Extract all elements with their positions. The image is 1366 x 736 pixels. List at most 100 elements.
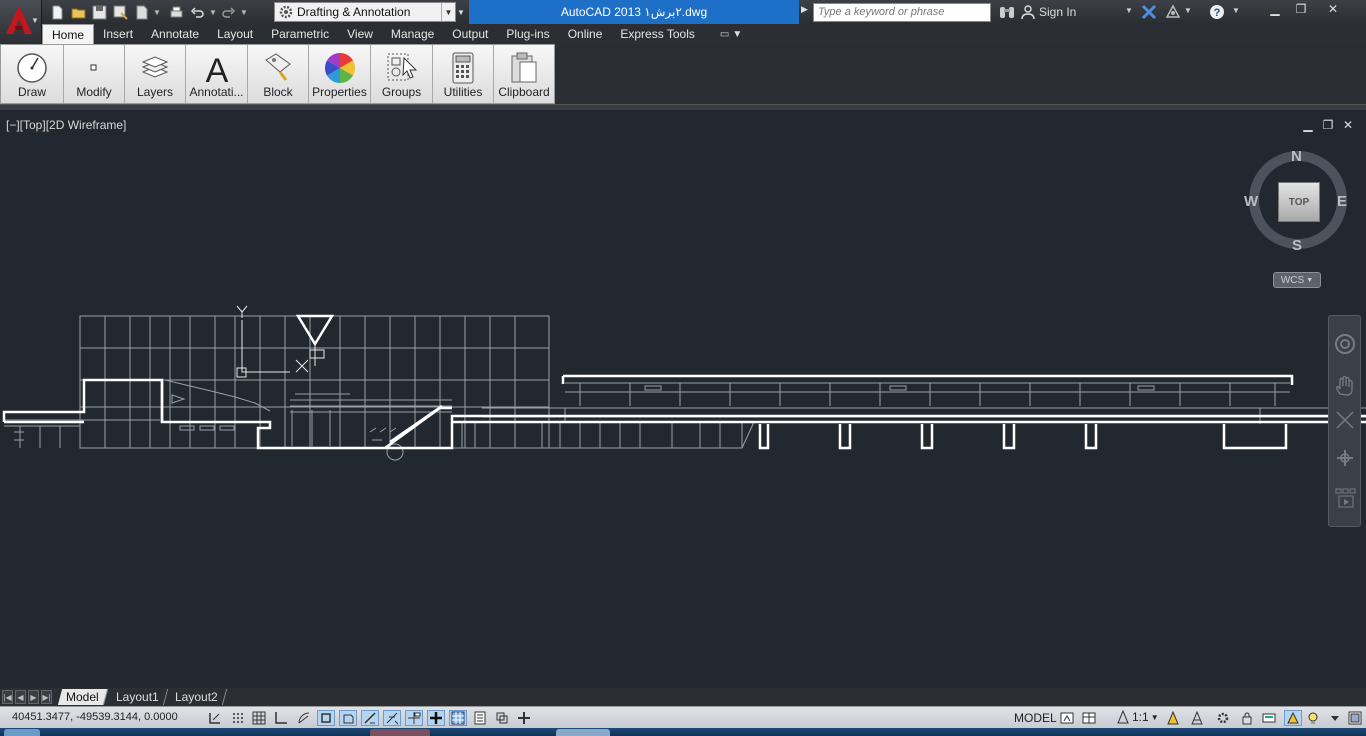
isolate-objects-icon[interactable]: [1284, 710, 1302, 726]
close-window-icon[interactable]: ✕: [1320, 1, 1346, 17]
zoom-extents-icon[interactable]: [1333, 408, 1357, 432]
viewport-restore-icon[interactable]: ❐: [1320, 118, 1336, 132]
3d-object-snap-icon[interactable]: [339, 710, 357, 726]
chevron-down-icon[interactable]: ▼: [1125, 6, 1133, 15]
clean-screen-icon[interactable]: [1346, 710, 1364, 726]
steering-wheel-icon[interactable]: [1333, 332, 1357, 356]
annotation-visibility-icon[interactable]: [1164, 710, 1182, 726]
sign-in-button[interactable]: Sign In: [1021, 3, 1076, 21]
panel-modify[interactable]: Modify: [64, 45, 125, 103]
grid-display-icon[interactable]: [250, 710, 268, 726]
next-layout-icon[interactable]: ▶: [28, 690, 39, 704]
showmotion-icon[interactable]: [1333, 486, 1357, 510]
workspace-switching-icon[interactable]: [1214, 710, 1232, 726]
status-menu-icon[interactable]: [1326, 710, 1344, 726]
viewport-controls-label[interactable]: [−][Top][2D Wireframe]: [6, 118, 126, 132]
undo-icon[interactable]: [188, 3, 207, 21]
hardware-acceleration-icon[interactable]: [1260, 710, 1278, 726]
save-as-icon[interactable]: [111, 3, 130, 21]
taskbar-item[interactable]: [556, 729, 610, 736]
last-layout-icon[interactable]: ▶|: [41, 690, 52, 704]
minimize-window-icon[interactable]: ▁: [1262, 1, 1288, 17]
auto-scale-icon[interactable]: [1188, 710, 1206, 726]
dynamic-input-icon[interactable]: [405, 710, 423, 726]
exchange-apps-icon[interactable]: [1140, 3, 1158, 21]
start-button[interactable]: [4, 729, 40, 736]
compass-north[interactable]: N: [1291, 148, 1302, 165]
selection-cycling-icon[interactable]: [493, 710, 511, 726]
tab-insert[interactable]: Insert: [94, 24, 142, 44]
panel-annotation[interactable]: A Annotati...: [186, 45, 248, 103]
customize-toolbar-icon[interactable]: ▼: [455, 2, 467, 22]
dynamic-ucs-icon[interactable]: [383, 710, 401, 726]
object-snap-icon[interactable]: [317, 710, 335, 726]
polar-tracking-icon[interactable]: [295, 710, 313, 726]
tab-online[interactable]: Online: [559, 24, 612, 44]
tab-layout1[interactable]: Layout1: [107, 689, 168, 705]
tab-home[interactable]: Home: [42, 24, 95, 44]
restore-window-icon[interactable]: ❐: [1288, 1, 1314, 17]
coordinate-readout[interactable]: 40451.3477, -49539.3144, 0.0000: [12, 711, 178, 723]
plot-icon[interactable]: [132, 3, 151, 21]
panel-utilities[interactable]: Utilities: [433, 45, 494, 103]
annotation-scale-select[interactable]: 1:1 ▼: [1116, 710, 1159, 724]
previous-layout-icon[interactable]: ◀: [15, 690, 26, 704]
search-input[interactable]: Type a keyword or phrase: [813, 3, 991, 22]
tab-model[interactable]: Model: [57, 689, 108, 705]
tab-parametric[interactable]: Parametric: [262, 24, 338, 44]
tab-layout2[interactable]: Layout2: [167, 689, 228, 705]
first-layout-icon[interactable]: |◀: [2, 690, 13, 704]
chevron-right-icon[interactable]: ▶: [801, 4, 808, 15]
lightbulb-icon[interactable]: [1304, 710, 1322, 726]
panel-properties[interactable]: Properties: [309, 45, 371, 103]
lineweight-icon[interactable]: [427, 710, 445, 726]
application-menu-button[interactable]: ▼: [0, 0, 42, 44]
tab-annotate[interactable]: Annotate: [142, 24, 208, 44]
help-icon[interactable]: ?: [1208, 3, 1226, 21]
chevron-down-icon[interactable]: ▼: [209, 8, 217, 17]
panel-draw[interactable]: Draw: [1, 45, 64, 103]
transparency-icon[interactable]: [449, 710, 467, 726]
tab-layout[interactable]: Layout: [208, 24, 262, 44]
pan-hand-icon[interactable]: [1333, 374, 1357, 398]
viewport-close-icon[interactable]: ✕: [1340, 118, 1356, 132]
lock-icon[interactable]: [1238, 710, 1256, 726]
binoculars-icon[interactable]: [998, 4, 1016, 20]
chevron-down-icon[interactable]: ▼: [1184, 6, 1192, 15]
chevron-down-icon[interactable]: ▼: [153, 8, 161, 17]
snap-mode-icon[interactable]: [229, 710, 247, 726]
panel-clipboard[interactable]: Clipboard: [494, 45, 554, 103]
quick-properties-icon[interactable]: [471, 710, 489, 726]
compass-east[interactable]: E: [1337, 193, 1347, 210]
viewport-minimize-icon[interactable]: ▁: [1300, 118, 1316, 132]
save-icon[interactable]: [90, 3, 109, 21]
open-folder-icon[interactable]: [69, 3, 88, 21]
annotation-monitor-icon[interactable]: [515, 710, 533, 726]
object-snap-tracking-icon[interactable]: [361, 710, 379, 726]
taskbar-item[interactable]: [370, 729, 430, 736]
new-file-icon[interactable]: [48, 3, 67, 21]
compass-south[interactable]: S: [1292, 237, 1302, 254]
panel-block[interactable]: Block: [248, 45, 309, 103]
tab-output[interactable]: Output: [443, 24, 497, 44]
chevron-down-icon[interactable]: ▼: [240, 8, 248, 17]
panel-layers[interactable]: Layers: [125, 45, 186, 103]
tab-plug-ins[interactable]: Plug-ins: [497, 24, 558, 44]
drawing-viewport[interactable]: [−][Top][2D Wireframe] ▁ ❐ ✕ N S E W TOP…: [0, 110, 1366, 688]
chevron-down-icon[interactable]: ▼: [1232, 6, 1240, 15]
compass-west[interactable]: W: [1244, 193, 1258, 210]
tab-view[interactable]: View: [338, 24, 382, 44]
ortho-mode-icon[interactable]: [272, 710, 290, 726]
workspace-select[interactable]: Drafting & Annotation ▼: [274, 2, 456, 22]
panel-groups[interactable]: Groups: [371, 45, 433, 103]
orbit-icon[interactable]: [1333, 446, 1357, 470]
ribbon-minimize-button[interactable]: ▭ ▼: [720, 24, 742, 44]
redo-icon[interactable]: [219, 3, 238, 21]
tab-express-tools[interactable]: Express Tools: [611, 24, 703, 44]
wcs-menu[interactable]: WCS ▼: [1273, 272, 1321, 288]
model-space-button[interactable]: MODEL: [1014, 711, 1057, 725]
quick-view-layouts-icon[interactable]: [1058, 710, 1076, 726]
print-icon[interactable]: [167, 3, 186, 21]
infer-constraints-icon[interactable]: [206, 710, 224, 726]
tab-manage[interactable]: Manage: [382, 24, 443, 44]
